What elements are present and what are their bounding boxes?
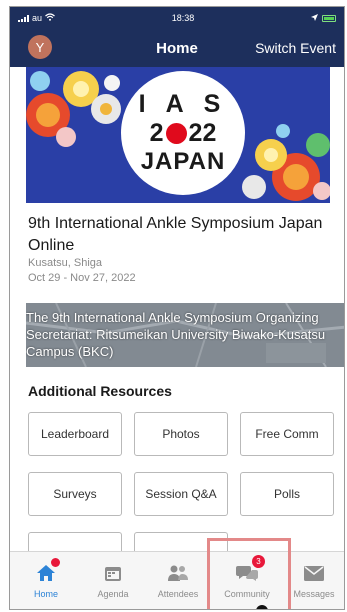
community-tab-highlight-box: [207, 538, 291, 609]
logo-ias-text: I A S: [138, 90, 228, 118]
event-location: Kusatsu, Shiga: [28, 257, 102, 269]
status-bar: au 18:38: [10, 7, 344, 29]
surveys-button[interactable]: Surveys: [28, 472, 122, 516]
tab-agenda-label: Agenda: [97, 589, 129, 599]
ias-logo: I A S 2 22 JAPAN: [121, 71, 245, 195]
logo-japan-text: JAPAN: [140, 148, 226, 175]
session-qa-button[interactable]: Session Q&A: [134, 472, 228, 516]
free-comm-button[interactable]: Free Comm: [240, 412, 334, 456]
status-left: au: [18, 13, 55, 23]
location-arrow-icon: [310, 13, 318, 23]
logo-year-suffix: 22: [188, 119, 217, 147]
tab-messages[interactable]: Messages: [282, 562, 344, 599]
signal-icon: [18, 14, 29, 22]
phone-frame: au 18:38 Y Home Switch Event I A S 2 22 …: [9, 6, 345, 610]
touch-cursor: [256, 605, 268, 609]
tab-messages-label: Messages: [293, 589, 335, 599]
switch-event-button[interactable]: Switch Event: [255, 40, 336, 56]
leaderboard-button[interactable]: Leaderboard: [28, 412, 122, 456]
status-right: [310, 13, 336, 23]
bottom-tab-bar: Home Agenda Attendees 3 Community Messag…: [10, 551, 344, 609]
photos-button[interactable]: Photos: [134, 412, 228, 456]
tab-attendees-label: Attendees: [157, 589, 199, 599]
envelope-icon: [302, 562, 326, 584]
status-time: 18:38: [171, 13, 195, 23]
avatar[interactable]: Y: [28, 35, 52, 59]
logo-year-prefix: 2: [149, 119, 164, 147]
red-circle-icon: [165, 123, 187, 144]
logo-year: 2 22: [150, 119, 217, 148]
house-icon: [34, 558, 60, 584]
tab-attendees[interactable]: Attendees: [146, 562, 210, 599]
home-notification-dot: [51, 558, 60, 567]
wifi-icon: [45, 13, 55, 23]
tab-agenda[interactable]: Agenda: [81, 562, 145, 599]
additional-resources-heading: Additional Resources: [28, 383, 172, 399]
event-title: 9th International Ankle Symposium Japan …: [28, 215, 323, 254]
battery-icon: [321, 14, 336, 22]
event-dates: Oct 29 - Nov 27, 2022: [28, 272, 136, 284]
organizer-text: The 9th International Ankle Symposium Or…: [26, 310, 326, 359]
organizer-map-banner[interactable]: The 9th International Ankle Symposium Or…: [26, 303, 344, 367]
top-nav-bar: Y Home Switch Event: [10, 29, 344, 67]
carrier-label: au: [32, 13, 43, 23]
polls-button[interactable]: Polls: [240, 472, 334, 516]
people-icon: [166, 562, 190, 584]
tab-home[interactable]: Home: [14, 558, 78, 599]
calendar-icon: [101, 562, 125, 584]
event-banner: I A S 2 22 JAPAN: [26, 67, 330, 203]
tab-home-label: Home: [33, 589, 58, 599]
